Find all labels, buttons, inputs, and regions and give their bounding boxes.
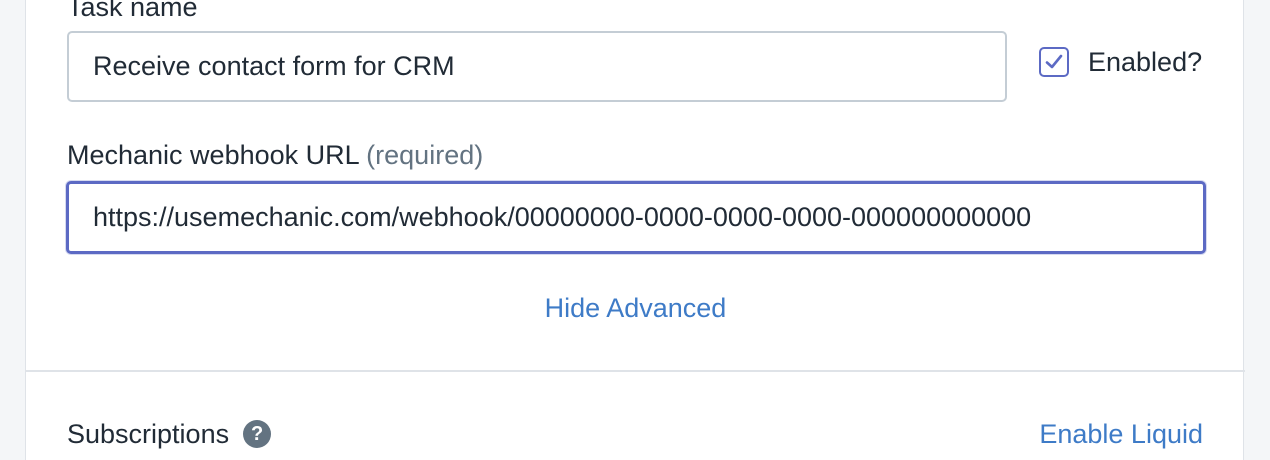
webhook-url-input[interactable]: https://usemechanic.com/webhook/00000000…: [66, 181, 1206, 254]
webhook-url-label: Mechanic webhook URL (required): [67, 138, 483, 172]
task-settings-card: Task name Receive contact form for CRM E…: [25, 0, 1245, 460]
hide-advanced-row: Hide Advanced: [26, 291, 1245, 330]
task-name-input[interactable]: Receive contact form for CRM: [67, 31, 1007, 102]
required-indicator: (required): [366, 140, 484, 170]
enabled-checkbox-control[interactable]: Enabled?: [1039, 46, 1202, 78]
task-name-label: Task name: [67, 0, 198, 22]
enable-liquid-link[interactable]: Enable Liquid: [1039, 417, 1203, 451]
subscriptions-label: Subscriptions: [67, 419, 230, 449]
enabled-checkbox[interactable]: [1039, 47, 1069, 77]
section-divider: [26, 370, 1245, 372]
checkmark-icon: [1045, 54, 1063, 69]
subscriptions-header: Subscriptions ?: [67, 417, 272, 451]
hide-advanced-link[interactable]: Hide Advanced: [545, 293, 727, 323]
enabled-label: Enabled?: [1088, 47, 1203, 77]
webhook-url-label-text: Mechanic webhook URL: [67, 140, 359, 170]
task-name-value: Receive contact form for CRM: [93, 51, 455, 81]
question-circle-icon[interactable]: ?: [243, 420, 272, 448]
webhook-url-value: https://usemechanic.com/webhook/00000000…: [93, 202, 1032, 232]
